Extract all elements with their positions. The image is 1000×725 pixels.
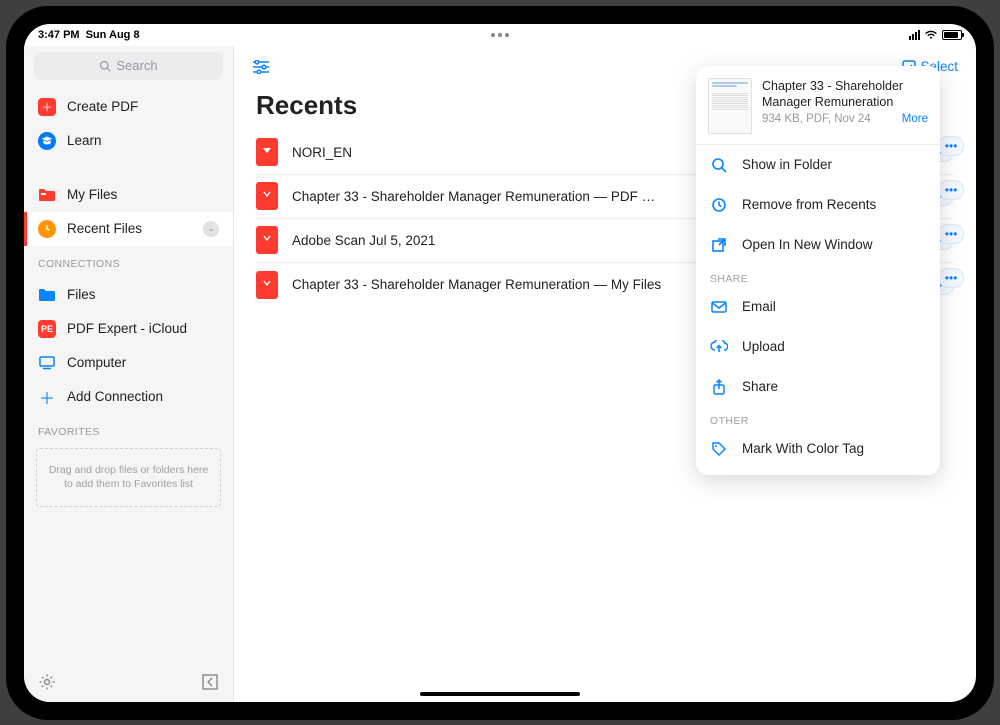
file-more-button[interactable]: ••• xyxy=(938,224,964,244)
sidebar-item-label: Computer xyxy=(67,355,126,370)
sidebar-footer xyxy=(24,662,233,702)
sidebar-section-connections: CONNECTIONS xyxy=(24,250,233,274)
sidebar-item-label: My Files xyxy=(67,187,117,202)
search-icon xyxy=(710,157,728,173)
sidebar-item-computer[interactable]: Computer xyxy=(24,346,233,380)
sidebar-item-label: Files xyxy=(67,287,96,302)
plus-icon: ＋ xyxy=(38,388,56,406)
sidebar-top-list: ＋ Create PDF Learn xyxy=(24,86,233,162)
file-name: Chapter 33 - Shareholder Manager Remuner… xyxy=(292,277,661,292)
file-more-button[interactable]: ••• xyxy=(938,136,964,156)
sidebar-item-label: Recent Files xyxy=(67,221,142,236)
file-name: Adobe Scan Jul 5, 2021 xyxy=(292,233,435,248)
ipad-frame: 3:47 PM Sun Aug 8 Search ＋ xyxy=(6,6,994,720)
popup-item-mark-color[interactable]: Mark With Color Tag xyxy=(696,429,940,469)
popup-item-email[interactable]: Email xyxy=(696,287,940,327)
favorites-dropzone[interactable]: Drag and drop files or folders here to a… xyxy=(36,448,221,507)
clock-remove-icon xyxy=(710,197,728,213)
envelope-icon xyxy=(710,301,728,313)
sidebar-section-favorites: FAVORITES xyxy=(24,418,233,442)
popup-file-meta: 934 KB, PDF, Nov 24 xyxy=(762,113,871,125)
sidebar-item-label: Create PDF xyxy=(67,99,138,114)
pdf-file-icon xyxy=(256,182,278,210)
popup-section-other: OTHER xyxy=(696,407,940,429)
sidebar-item-add-connection[interactable]: ＋ Add Connection xyxy=(24,380,233,414)
sidebar: Search ＋ Create PDF Learn xyxy=(24,46,234,702)
main-content: Select Recents NORI_EN ••• Chapter 33 - … xyxy=(234,46,976,702)
graduation-cap-icon xyxy=(38,132,56,150)
sidebar-item-label: PDF Expert - iCloud xyxy=(67,321,187,336)
sidebar-item-pdfexpert-icloud[interactable]: PE PDF Expert - iCloud xyxy=(24,312,233,346)
multitask-dots-icon[interactable] xyxy=(348,33,652,37)
popup-item-open-new-window[interactable]: Open In New Window xyxy=(696,225,940,265)
status-time: 3:47 PM xyxy=(38,29,80,41)
popup-item-label: Show in Folder xyxy=(742,157,832,172)
collapse-sidebar-icon[interactable] xyxy=(201,673,219,691)
popup-item-label: Share xyxy=(742,379,778,394)
popup-item-label: Upload xyxy=(742,339,785,354)
home-indicator[interactable] xyxy=(420,692,580,696)
file-actions-popup: Chapter 33 - Shareholder Manager Remuner… xyxy=(696,66,940,475)
sidebar-item-my-files[interactable]: My Files xyxy=(24,178,233,212)
popup-section-share: SHARE xyxy=(696,265,940,287)
popup-item-upload[interactable]: Upload xyxy=(696,327,940,367)
popup-item-share[interactable]: Share xyxy=(696,367,940,407)
popup-header: Chapter 33 - Shareholder Manager Remuner… xyxy=(696,66,940,145)
popup-item-label: Email xyxy=(742,299,776,314)
battery-icon xyxy=(942,30,962,40)
popup-more-link[interactable]: More xyxy=(902,113,928,125)
cloud-upload-icon xyxy=(710,340,728,354)
status-bar: 3:47 PM Sun Aug 8 xyxy=(24,24,976,46)
popup-item-remove-recents[interactable]: Remove from Recents xyxy=(696,185,940,225)
sidebar-item-create-pdf[interactable]: ＋ Create PDF xyxy=(24,90,233,124)
popup-item-show-in-folder[interactable]: Show in Folder xyxy=(696,145,940,185)
sidebar-item-label: Add Connection xyxy=(67,389,163,404)
file-name: Chapter 33 - Shareholder Manager Remuner… xyxy=(292,189,662,204)
sidebar-connections-list: Files PE PDF Expert - iCloud Computer ＋ xyxy=(24,274,233,418)
plus-document-icon: ＋ xyxy=(38,98,56,116)
sidebar-files-list: My Files Recent Files ⌄ xyxy=(24,174,233,250)
cellular-signal-icon xyxy=(909,30,920,40)
chevron-down-icon[interactable]: ⌄ xyxy=(203,221,219,237)
app-icon: PE xyxy=(38,320,56,338)
sidebar-item-recent-files[interactable]: Recent Files ⌄ xyxy=(24,212,233,246)
pdf-file-icon xyxy=(256,226,278,254)
search-input[interactable]: Search xyxy=(34,52,223,80)
search-placeholder: Search xyxy=(116,58,157,73)
screen: 3:47 PM Sun Aug 8 Search ＋ xyxy=(24,24,976,702)
file-thumbnail xyxy=(708,78,752,134)
folder-icon xyxy=(38,186,56,204)
app-root: Search ＋ Create PDF Learn xyxy=(24,46,976,702)
folder-icon xyxy=(38,286,56,304)
settings-gear-icon[interactable] xyxy=(38,673,56,691)
file-name: NORI_EN xyxy=(292,145,352,160)
sidebar-item-learn[interactable]: Learn xyxy=(24,124,233,158)
file-more-button[interactable]: ••• xyxy=(938,180,964,200)
popup-item-label: Open In New Window xyxy=(742,237,873,252)
file-more-button[interactable]: ••• xyxy=(938,268,964,288)
popup-item-label: Remove from Recents xyxy=(742,197,876,212)
search-icon xyxy=(99,60,111,72)
sidebar-item-files[interactable]: Files xyxy=(24,278,233,312)
pdf-file-icon xyxy=(256,138,278,166)
wifi-icon xyxy=(924,30,938,40)
sidebar-item-label: Learn xyxy=(67,133,102,148)
popup-file-title: Chapter 33 - Shareholder Manager Remuner… xyxy=(762,78,928,111)
popup-item-label: Mark With Color Tag xyxy=(742,441,864,456)
share-icon xyxy=(710,379,728,395)
clock-icon xyxy=(38,220,56,238)
tag-icon xyxy=(710,441,728,457)
filter-icon[interactable] xyxy=(252,60,270,74)
status-date: Sun Aug 8 xyxy=(86,29,140,41)
computer-icon xyxy=(38,354,56,372)
pdf-file-icon xyxy=(256,271,278,299)
favorites-hint: Drag and drop files or folders here to a… xyxy=(49,464,208,491)
external-window-icon xyxy=(710,237,728,253)
